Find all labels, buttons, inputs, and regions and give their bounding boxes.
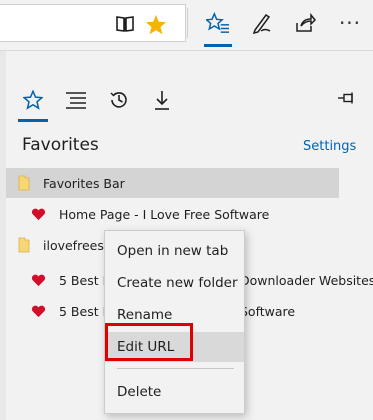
star-filled-icon[interactable] [141, 9, 171, 39]
favorite-item-label-suffix: Downloader Websites [240, 272, 373, 288]
toolbar-separator [187, 8, 188, 38]
more-icon[interactable]: ··· [335, 8, 365, 38]
favorite-item-label: 5 Best F [59, 272, 110, 288]
favorite-folder-label: ilovefreeso [43, 237, 112, 253]
heart-icon [30, 303, 46, 319]
reading-list-tab[interactable] [61, 85, 91, 115]
favorite-item-label: 5 Best F [59, 303, 110, 319]
hub-active-indicator [204, 44, 232, 47]
menu-item-create-new-folder[interactable]: Create new folder [105, 268, 244, 298]
hub-title: Favorites [22, 135, 99, 155]
downloads-tab[interactable] [147, 85, 177, 115]
favorite-item[interactable]: Home Page - I Love Free Software [6, 199, 339, 229]
favorites-tab-indicator [18, 119, 48, 122]
menu-item-open-in-new-tab[interactable]: Open in new tab [105, 236, 244, 266]
context-menu: Open in new tab Create new folder Rename… [104, 230, 245, 414]
pin-icon[interactable] [334, 85, 360, 111]
book-icon[interactable] [110, 9, 140, 39]
folder-icon [16, 175, 32, 191]
highlight-box [105, 323, 193, 361]
heart-icon [30, 206, 46, 222]
settings-link[interactable]: Settings [303, 139, 356, 154]
history-tab[interactable] [104, 85, 134, 115]
menu-item-delete[interactable]: Delete [105, 377, 244, 407]
heart-icon [30, 272, 46, 288]
browser-toolbar: ··· [0, 0, 373, 51]
menu-separator [117, 368, 234, 369]
favorites-hub-icon[interactable] [203, 8, 233, 38]
favorite-folder-label: Favorites Bar [43, 175, 125, 191]
favorite-item-label: Home Page - I Love Free Software [59, 206, 270, 222]
favorites-tab[interactable] [18, 85, 48, 115]
share-icon[interactable] [290, 8, 320, 38]
pen-icon[interactable] [247, 8, 277, 38]
folder-icon [16, 237, 32, 253]
address-bar[interactable] [0, 4, 186, 42]
favorite-item-label-suffix: Software [240, 303, 296, 319]
favorite-folder[interactable]: Favorites Bar [6, 168, 339, 198]
